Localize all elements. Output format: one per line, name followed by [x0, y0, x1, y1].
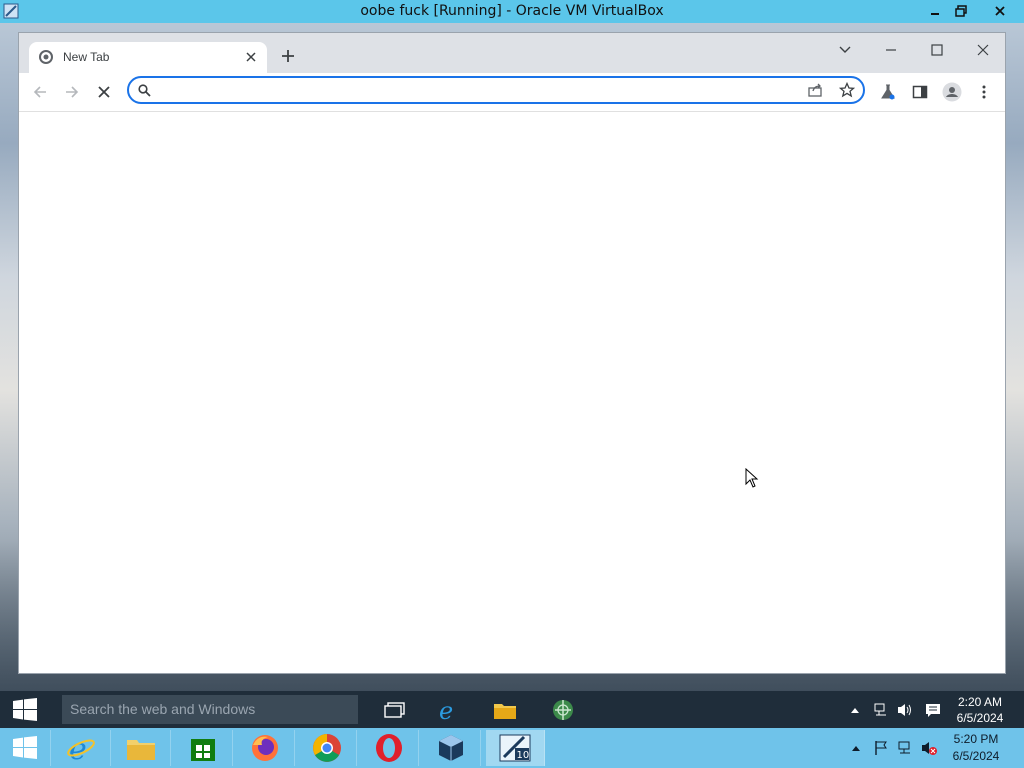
host-window-title: oobe fuck [Running] - Oracle VM VirtualB…: [360, 3, 664, 19]
svg-text:10: 10: [517, 750, 530, 761]
browser-toolbar: [19, 73, 1005, 112]
tab-close-icon[interactable]: [243, 49, 259, 65]
minimize-button[interactable]: [873, 37, 909, 63]
tab-strip: New Tab: [19, 33, 1005, 73]
host-tray-chevron-icon[interactable]: [846, 730, 866, 766]
menu-kebab-icon[interactable]: [971, 79, 997, 105]
tab-new-tab[interactable]: New Tab: [29, 42, 267, 73]
labs-flask-icon[interactable]: [875, 79, 901, 105]
host-close-button[interactable]: [980, 0, 1020, 22]
back-arrow-icon[interactable]: [27, 79, 53, 105]
task-view-icon[interactable]: [380, 695, 410, 724]
host-volume-muted-icon[interactable]: [918, 730, 940, 766]
address-bar[interactable]: [127, 76, 865, 104]
address-input[interactable]: [159, 81, 803, 103]
host-window-titlebar: oobe fuck [Running] - Oracle VM VirtualB…: [0, 0, 1024, 23]
maximize-button[interactable]: [919, 37, 955, 63]
tab-search-chevron-icon[interactable]: [827, 37, 863, 63]
close-button[interactable]: [965, 37, 1001, 63]
guest-start-icon[interactable]: [8, 695, 42, 724]
bookmark-star-icon[interactable]: [838, 81, 856, 103]
guest-notifications-icon[interactable]: [920, 695, 946, 724]
browser-window: New Tab: [18, 32, 1006, 674]
host-network-icon[interactable]: [894, 730, 916, 766]
file-explorer-icon[interactable]: [112, 730, 171, 766]
guest-taskbar: Search the web and Windows e 2:20 AM 6/5…: [0, 691, 1024, 728]
share-icon[interactable]: [807, 82, 823, 103]
opera-icon[interactable]: [360, 730, 419, 766]
host-clock-time: 5:20 PM: [953, 732, 999, 746]
guest-tray-chevron-icon[interactable]: [846, 695, 864, 724]
host-clock-date: 6/5/2024: [952, 749, 1000, 763]
firefox-icon[interactable]: [236, 730, 295, 766]
guest-file-explorer-icon[interactable]: [490, 695, 520, 724]
stop-loading-icon[interactable]: [91, 79, 117, 105]
page-content: [19, 112, 1005, 673]
chrome-favicon-icon: [39, 50, 53, 64]
guest-clock-date: 6/5/2024: [956, 711, 1004, 725]
host-restore-button[interactable]: [946, 0, 976, 22]
new-tab-button[interactable]: [277, 45, 299, 67]
svg-text:e: e: [439, 698, 453, 722]
forward-arrow-icon[interactable]: [59, 79, 85, 105]
host-taskbar: e 10 5:20 PM 6/5/2024: [0, 728, 1024, 768]
search-icon: [138, 84, 151, 102]
virtualbox-icon[interactable]: [422, 730, 481, 766]
guest-clock-time: 2:20 AM: [957, 695, 1003, 709]
profile-avatar-icon[interactable]: [939, 79, 965, 105]
chrome-icon[interactable]: [298, 730, 357, 766]
tab-label: New Tab: [63, 50, 110, 64]
virtualbox-vm-icon[interactable]: 10: [486, 730, 545, 766]
store-icon[interactable]: [174, 730, 233, 766]
guest-search-input[interactable]: Search the web and Windows: [62, 695, 358, 724]
guest-volume-icon[interactable]: [894, 695, 916, 724]
side-panel-icon[interactable]: [907, 79, 933, 105]
guest-edge-icon[interactable]: e: [434, 695, 464, 724]
internet-explorer-icon[interactable]: e: [52, 730, 111, 766]
host-action-center-flag-icon[interactable]: [870, 730, 892, 766]
guest-network-icon[interactable]: [870, 695, 892, 724]
host-start-icon[interactable]: [0, 730, 51, 766]
guest-app-globe-icon[interactable]: [548, 695, 578, 724]
mouse-cursor-icon: [745, 467, 759, 493]
